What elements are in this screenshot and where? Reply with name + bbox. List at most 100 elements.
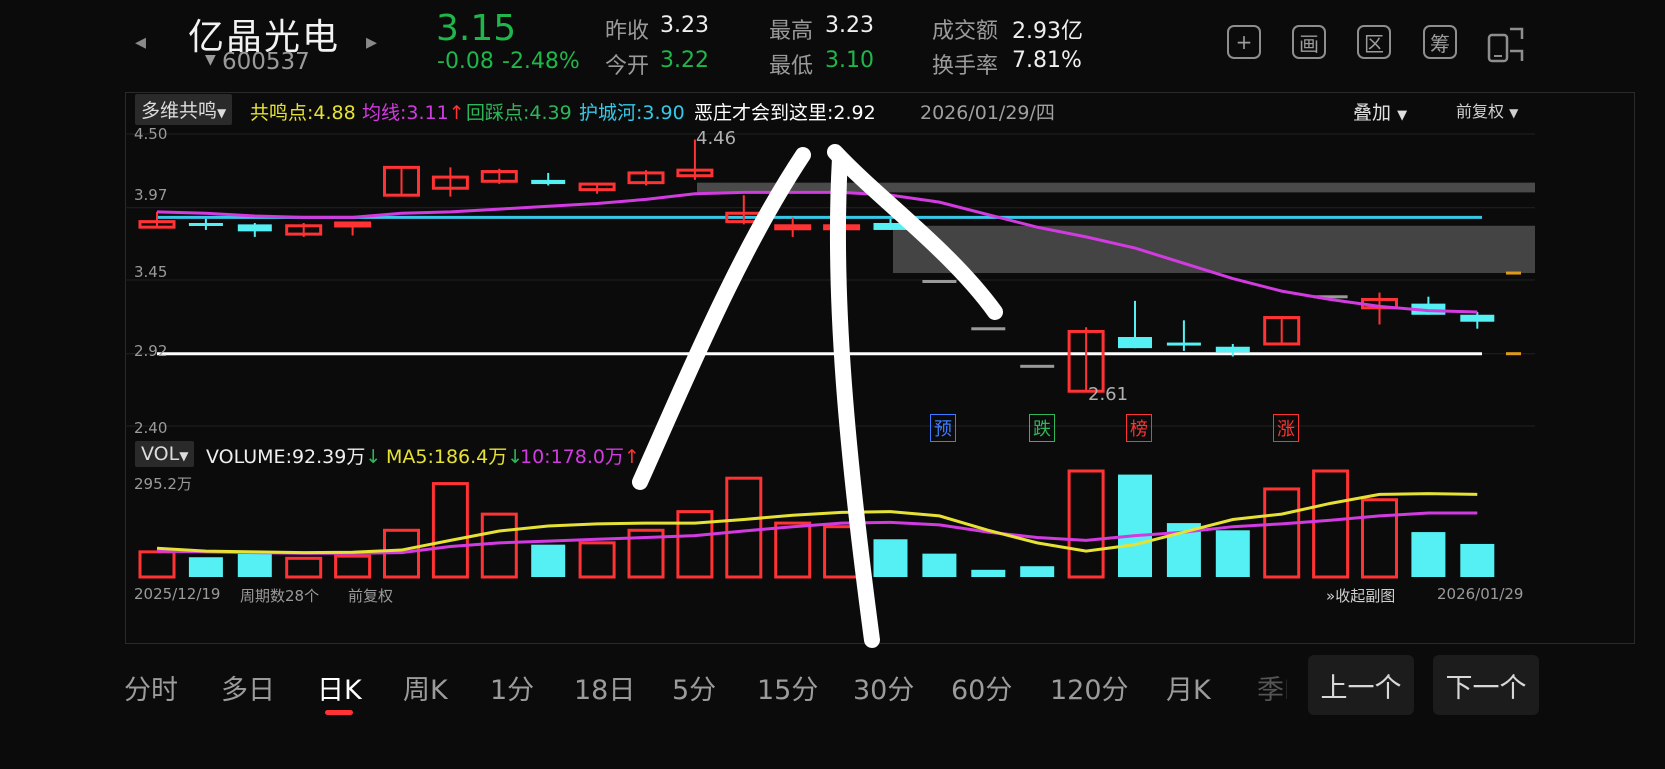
open-value: 3.22 <box>660 48 709 73</box>
resistance-zone <box>893 225 1535 274</box>
amount-label: 成交额 <box>932 19 999 44</box>
candle-body <box>1166 342 1201 346</box>
candle-body <box>922 280 957 283</box>
volume-bar <box>138 550 176 579</box>
volume-bar <box>971 569 1006 577</box>
candle-body <box>1020 364 1055 368</box>
signal-rank[interactable]: 榜 <box>1126 414 1152 442</box>
period-count: 周期数28个 <box>240 587 320 605</box>
volume-bar <box>188 557 223 577</box>
adjust-footer: 前复权 <box>348 587 394 605</box>
volume-bar <box>873 539 908 577</box>
high-mark: 4.46 <box>696 128 737 149</box>
tab-12[interactable]: 季K <box>1257 668 1287 707</box>
end-date: 2026/01/29 <box>1437 585 1524 603</box>
legend-resonance: 共鸣点:4.88 <box>250 102 356 124</box>
prev-stock-icon[interactable]: ◂ <box>135 30 146 55</box>
volume-bar <box>1263 487 1301 579</box>
tab-9[interactable]: 60分 <box>951 668 1012 707</box>
legend-bottom: 恶庄才会到这里:2.92 <box>694 102 876 124</box>
candle-body <box>334 221 372 228</box>
legend-ma: 均线:3.11↑ <box>362 102 465 124</box>
tab-6[interactable]: 5分 <box>672 668 716 707</box>
candle-body <box>873 222 908 230</box>
candle-body <box>188 222 223 226</box>
volume-bar <box>578 541 616 579</box>
plus-icon[interactable]: + <box>1227 25 1261 59</box>
tab-1[interactable]: 多日 <box>221 668 275 707</box>
tab-3[interactable]: 周K <box>403 668 448 707</box>
candlestick-chart[interactable] <box>125 122 1535 438</box>
volume-bar <box>1215 530 1250 577</box>
signal-down[interactable]: 跌 <box>1029 414 1055 442</box>
volume-bar <box>431 482 469 579</box>
adjust-dropdown[interactable]: 前复权 ▼ <box>1456 98 1518 122</box>
start-date: 2025/12/19 <box>134 585 221 603</box>
tab-7[interactable]: 15分 <box>757 668 818 707</box>
y-tick: 2.92 <box>134 342 168 360</box>
current-price: 3.15 <box>436 8 517 49</box>
signal-up[interactable]: 涨 <box>1273 414 1299 442</box>
chevron-down-icon: » <box>1326 587 1336 605</box>
prev-button[interactable]: 上一个 <box>1308 655 1414 715</box>
candle-body <box>1118 337 1152 349</box>
candle-body <box>1215 346 1250 353</box>
volume-bar <box>1460 543 1495 577</box>
y-tick: 3.45 <box>134 263 168 281</box>
active-tab-indicator <box>325 710 353 715</box>
volume-bar <box>1411 532 1446 577</box>
price-change-pct: -2.48% <box>502 49 580 74</box>
volume-bar <box>823 525 861 579</box>
tab-2[interactable]: 日K <box>317 668 362 707</box>
indicator-dropdown[interactable]: 多维共鸣▼ <box>135 94 233 125</box>
rotate-screen-icon[interactable] <box>1486 25 1526 63</box>
volume-bar <box>1312 469 1350 579</box>
signal-pre[interactable]: 预 <box>930 414 956 442</box>
chips-icon[interactable]: 筹 <box>1423 25 1457 59</box>
candle-body <box>531 179 566 185</box>
tab-8[interactable]: 30分 <box>853 668 914 707</box>
tab-10[interactable]: 120分 <box>1050 668 1129 707</box>
y-tick: 2.40 <box>134 419 168 437</box>
volume-bar <box>531 544 566 577</box>
candle-body <box>774 224 812 231</box>
volume-bar <box>1361 498 1398 579</box>
tab-4[interactable]: 1分 <box>490 668 534 707</box>
turnover-label: 换手率 <box>932 54 999 79</box>
candle-body <box>823 224 861 231</box>
prev-close-value: 3.23 <box>660 13 709 38</box>
high-value: 3.23 <box>825 13 874 38</box>
volume-bar <box>1067 469 1105 579</box>
volume-chart[interactable] <box>125 465 1535 583</box>
tab-5[interactable]: 18日 <box>574 668 635 707</box>
volume-bar <box>480 512 518 579</box>
price-change: -0.08 <box>437 49 494 74</box>
volume-bar <box>334 554 372 579</box>
volume-bar <box>725 476 763 579</box>
prev-close-label: 昨收 <box>605 19 650 44</box>
next-button[interactable]: 下一个 <box>1433 655 1539 715</box>
stock-code: 600537 <box>222 49 310 75</box>
y-tick: 4.50 <box>134 125 168 143</box>
candle-body <box>237 224 272 232</box>
low-value: 3.10 <box>825 48 874 73</box>
legend-pullback: 回踩点:4.39 <box>466 102 572 124</box>
caret-down-icon[interactable]: ▼ <box>205 52 216 68</box>
vol-dropdown[interactable]: VOL▼ <box>135 441 195 467</box>
overlay-dropdown[interactable]: 叠加 ▼ <box>1353 98 1407 125</box>
tab-11[interactable]: 月K <box>1166 668 1211 707</box>
next-stock-icon[interactable]: ▸ <box>366 30 377 55</box>
candle-body <box>1460 314 1495 322</box>
volume-bar <box>922 553 957 577</box>
high-label: 最高 <box>769 19 814 44</box>
volume-bar <box>1118 474 1152 577</box>
turnover-value: 7.81% <box>1012 48 1082 73</box>
low-label: 最低 <box>769 54 814 79</box>
draw-icon[interactable]: 画 <box>1292 25 1326 59</box>
volume-bar <box>285 556 323 579</box>
volume-bar <box>774 521 812 579</box>
tab-0[interactable]: 分时 <box>124 668 178 707</box>
range-icon[interactable]: 区 <box>1357 25 1391 59</box>
collapse-subchart-button[interactable]: »收起副图 <box>1326 585 1395 606</box>
volume-bar <box>1020 566 1055 577</box>
